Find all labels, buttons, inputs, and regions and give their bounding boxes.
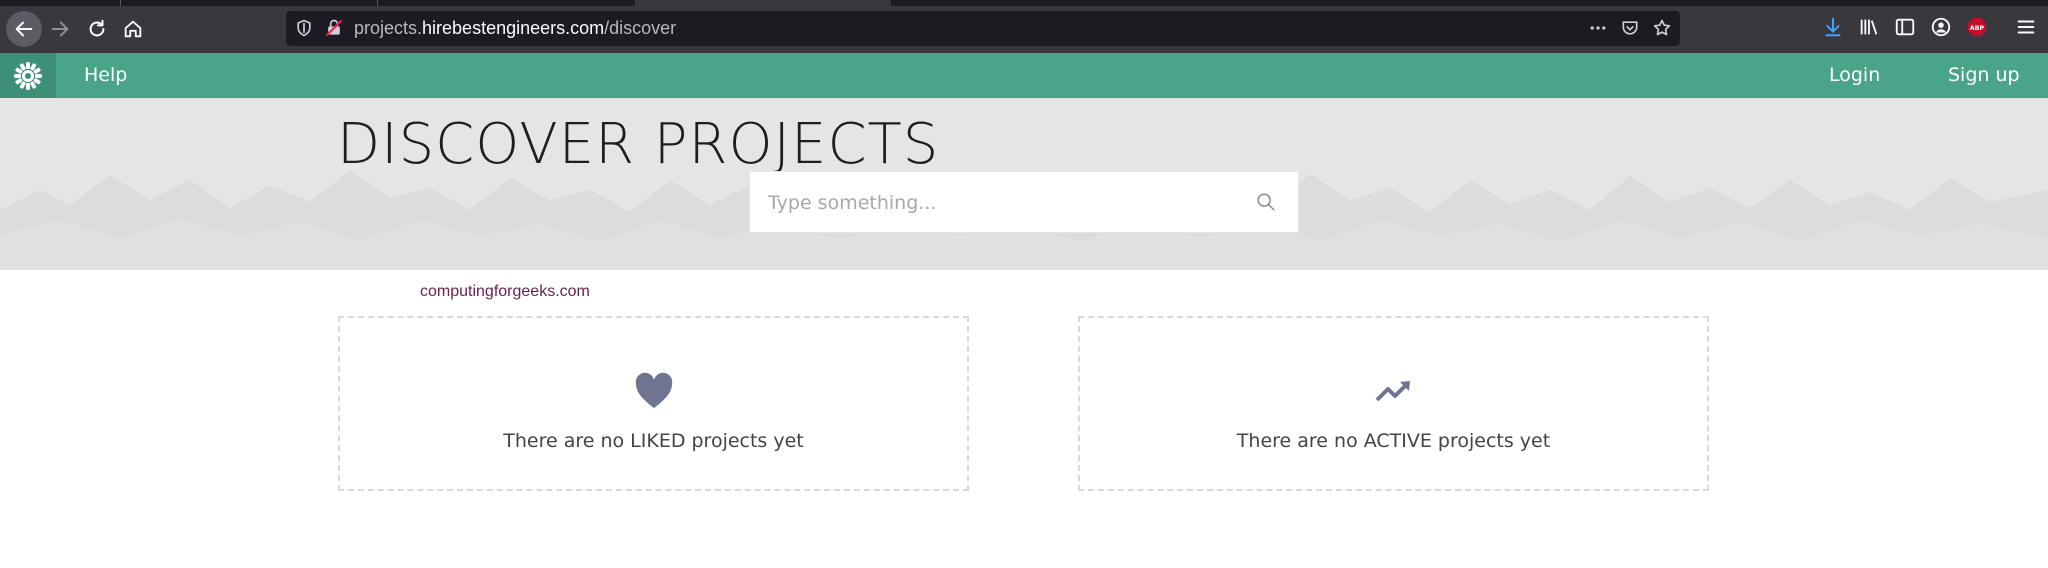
url-text[interactable]: projects.hirebestengineers.com/discover (354, 18, 676, 39)
sidebar-icon[interactable] (1894, 16, 1916, 38)
active-empty-message: There are no ACTIVE projects yet (1236, 430, 1551, 452)
home-button[interactable] (116, 12, 150, 46)
nav-help-link[interactable]: Help (84, 64, 127, 86)
page-title: DISCOVER PROJECTS (337, 112, 940, 177)
back-button[interactable] (6, 11, 42, 47)
download-icon[interactable] (1822, 16, 1844, 38)
site-navbar: Help Login Sign up (0, 53, 2048, 98)
menu-hamburger-icon[interactable] (2015, 16, 2037, 38)
forward-button[interactable] (43, 12, 77, 46)
arrow-left-icon (15, 21, 33, 37)
browser-toolbar: projects.hirebestengineers.com/discover … (0, 0, 2048, 53)
reload-icon (89, 19, 105, 37)
trending-up-icon (1375, 381, 1410, 402)
heart-icon (635, 372, 672, 408)
arrow-right-icon (51, 21, 69, 37)
bookmark-star-icon[interactable] (1652, 18, 1672, 38)
search-icon[interactable] (1255, 191, 1277, 213)
adblock-plus-icon[interactable]: ABP (1966, 16, 1988, 38)
reload-button[interactable] (80, 12, 114, 46)
library-icon[interactable] (1858, 16, 1880, 38)
home-icon (124, 20, 142, 38)
active-tab[interactable] (635, 0, 891, 6)
tab-divider (120, 0, 121, 6)
liked-projects-empty: There are no LIKED projects yet (338, 316, 969, 491)
hero-banner: DISCOVER PROJECTS (0, 98, 2048, 270)
nav-login-link[interactable]: Login (1829, 64, 1880, 86)
insecure-lock-icon[interactable] (324, 18, 344, 38)
watermark-text: computingforgeeks.com (420, 283, 590, 300)
svg-text:ABP: ABP (1970, 24, 1985, 32)
pocket-icon[interactable] (1620, 18, 1640, 38)
tab-strip (0, 0, 2048, 6)
project-search[interactable] (749, 171, 1299, 233)
active-projects-empty: There are no ACTIVE projects yet (1078, 316, 1709, 491)
tab-divider (377, 0, 378, 6)
more-actions-icon[interactable] (1588, 18, 1608, 38)
search-input[interactable] (768, 189, 1228, 217)
account-icon[interactable] (1930, 16, 1952, 38)
liked-empty-message: There are no LIKED projects yet (503, 430, 804, 452)
url-bar[interactable]: projects.hirebestengineers.com/discover (286, 11, 1680, 46)
nav-signup-link[interactable]: Sign up (1948, 64, 2020, 86)
site-logo[interactable] (0, 53, 56, 98)
snowflake-logo-icon (14, 61, 42, 90)
shield-icon[interactable] (294, 18, 314, 38)
